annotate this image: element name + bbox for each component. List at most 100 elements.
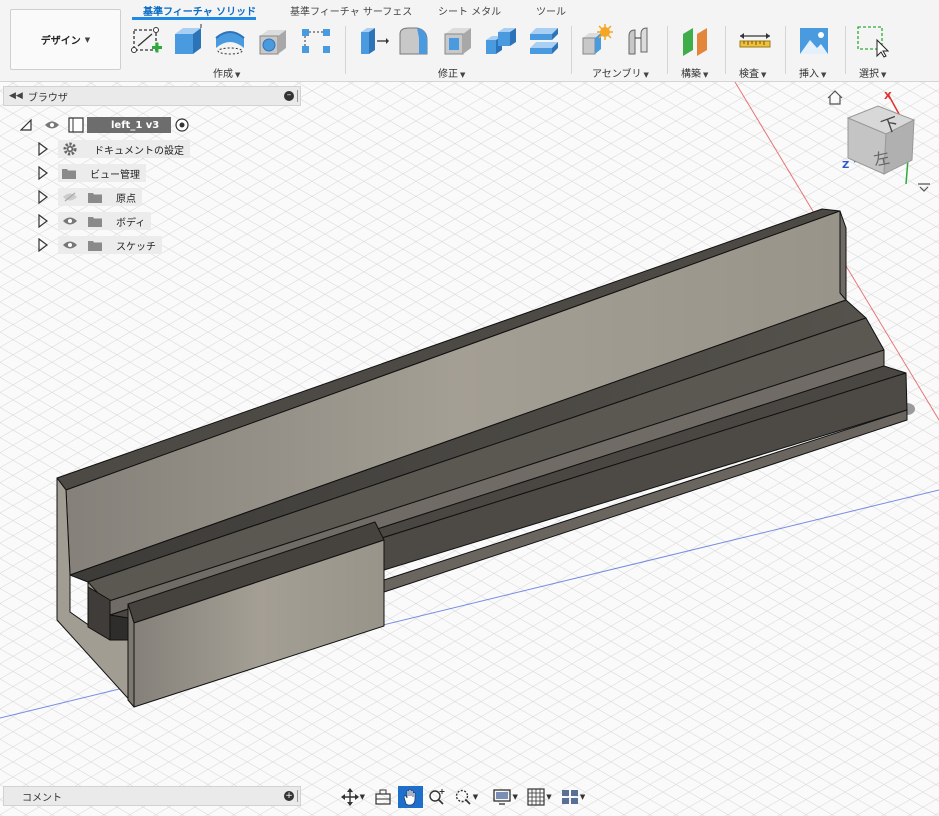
divider [785,26,786,74]
orbit-button[interactable]: ▼ [338,786,368,808]
extrude-icon[interactable] [171,24,205,58]
toolbar: デザイン ▼ 基準フィーチャ ソリッド 基準フィーチャ サーフェス シート メタ… [0,0,939,82]
create-menu[interactable]: 作成 ▼ [213,65,240,80]
browser-item-origin[interactable]: 原点 [38,187,142,207]
browser-panel-header[interactable]: ◀◀ ブラウザ – [3,86,301,106]
panel-grip[interactable] [297,90,299,102]
expand-triangle-icon[interactable] [38,190,48,204]
browser-item-label: スケッチ [116,241,156,253]
modify-menu[interactable]: 修正 ▼ [438,65,465,80]
axis-x-label: X [884,91,892,102]
chevron-down-icon: ▼ [359,793,366,801]
add-comment-icon[interactable]: + [284,791,294,801]
divider [845,26,846,74]
select-icon[interactable] [855,24,889,58]
expand-triangle-icon[interactable] [20,119,32,131]
chevron-down-icon: ▼ [579,793,586,801]
eye-icon[interactable] [62,216,78,226]
folder-icon [88,192,102,203]
browser-item-named-views[interactable]: ビュー管理 [38,163,146,183]
pan-button[interactable] [397,786,424,808]
eye-icon[interactable] [44,120,60,130]
activate-radio-icon[interactable] [175,118,189,132]
measure-icon[interactable] [738,24,772,58]
gear-icon [63,142,77,156]
zoom-button[interactable] [427,786,447,808]
view-cube[interactable]: 下 左 X Z [818,84,938,204]
chevron-down-icon: ▼ [472,793,479,801]
browser-root-row[interactable]: left_1 v3 [20,115,189,135]
axis-z-label: Z [842,160,849,171]
chevron-down-icon: ▼ [546,793,552,801]
pattern-icon[interactable] [299,24,333,58]
active-tab-indicator [132,17,256,20]
move-copy-icon[interactable] [527,24,561,58]
revolve-icon[interactable] [213,24,247,58]
home-icon[interactable] [827,90,843,105]
grid-settings-button[interactable]: ▼ [525,786,555,808]
chevron-down-icon: ▼ [84,35,91,44]
tab-surface[interactable]: 基準フィーチャ サーフェス [290,3,412,18]
folder-icon [62,168,76,179]
tab-tools[interactable]: ツール [536,3,566,18]
minimize-icon[interactable]: – [284,91,294,101]
root-component-label[interactable]: left_1 v3 [87,117,172,133]
expand-triangle-icon[interactable] [38,214,48,228]
hole-icon[interactable] [256,24,290,58]
assembly-menu[interactable]: アセンブリ ▼ [592,65,649,80]
orbit-icon [340,788,359,806]
workspace-label: デザイン [40,36,81,47]
tab-solid[interactable]: 基準フィーチャ ソリッド [143,3,256,18]
viewports-button[interactable]: ▼ [558,786,588,808]
browser-item-document-settings[interactable]: ドキュメントの設定 [38,139,190,159]
browser-item-label: ビュー管理 [90,169,140,181]
expand-triangle-icon[interactable] [38,238,48,252]
eye-hidden-icon[interactable] [62,192,78,202]
expand-triangle-icon[interactable] [38,142,48,156]
inspect-menu[interactable]: 検査 ▼ [739,65,766,80]
press-pull-icon[interactable] [355,24,389,58]
divider [571,26,572,74]
folder-icon [88,240,102,251]
shell-icon[interactable] [441,24,475,58]
new-component-icon[interactable] [580,24,614,58]
select-menu[interactable]: 選択 ▼ [859,65,886,80]
fit-button[interactable]: ▼ [451,786,481,808]
eye-icon[interactable] [62,240,78,250]
look-at-button[interactable] [372,786,394,808]
panel-grip[interactable] [297,790,299,802]
insert-image-icon[interactable] [797,24,831,58]
divider [345,26,346,74]
grid-icon [527,788,545,806]
combine-icon[interactable] [484,24,518,58]
fillet-icon[interactable] [397,24,431,58]
view-cube-menu-icon[interactable] [918,183,930,192]
offset-plane-icon[interactable] [679,24,713,58]
viewports-icon [561,790,578,804]
zoom-window-icon [455,789,471,805]
folder-icon [88,216,102,227]
expand-triangle-icon[interactable] [38,166,48,180]
collapse-panel-icon[interactable]: ◀◀ [9,91,23,101]
browser-item-bodies[interactable]: ボディ [38,211,152,231]
comments-label: コメント [22,792,62,804]
insert-menu[interactable]: 挿入 ▼ [799,65,826,80]
browser-title: ブラウザ [27,92,68,104]
create-sketch-icon[interactable] [130,24,164,58]
comments-panel[interactable]: コメント + [3,786,301,806]
workspace-switcher-button[interactable]: デザイン ▼ [10,9,121,70]
hand-icon [403,788,416,806]
construct-menu[interactable]: 構築 ▼ [681,65,708,80]
browser-item-label: ボディ [116,217,146,229]
zoom-icon [429,789,445,805]
component-icon [68,117,84,133]
monitor-icon [493,789,512,805]
look-at-icon [375,789,391,805]
tab-sheet-metal[interactable]: シート メタル [438,3,501,18]
joint-icon[interactable] [623,24,657,58]
browser-item-sketches[interactable]: スケッチ [38,235,162,255]
display-settings-button[interactable]: ▼ [491,786,521,808]
browser-item-label: 原点 [116,193,136,205]
divider [667,26,668,74]
divider [725,26,726,74]
